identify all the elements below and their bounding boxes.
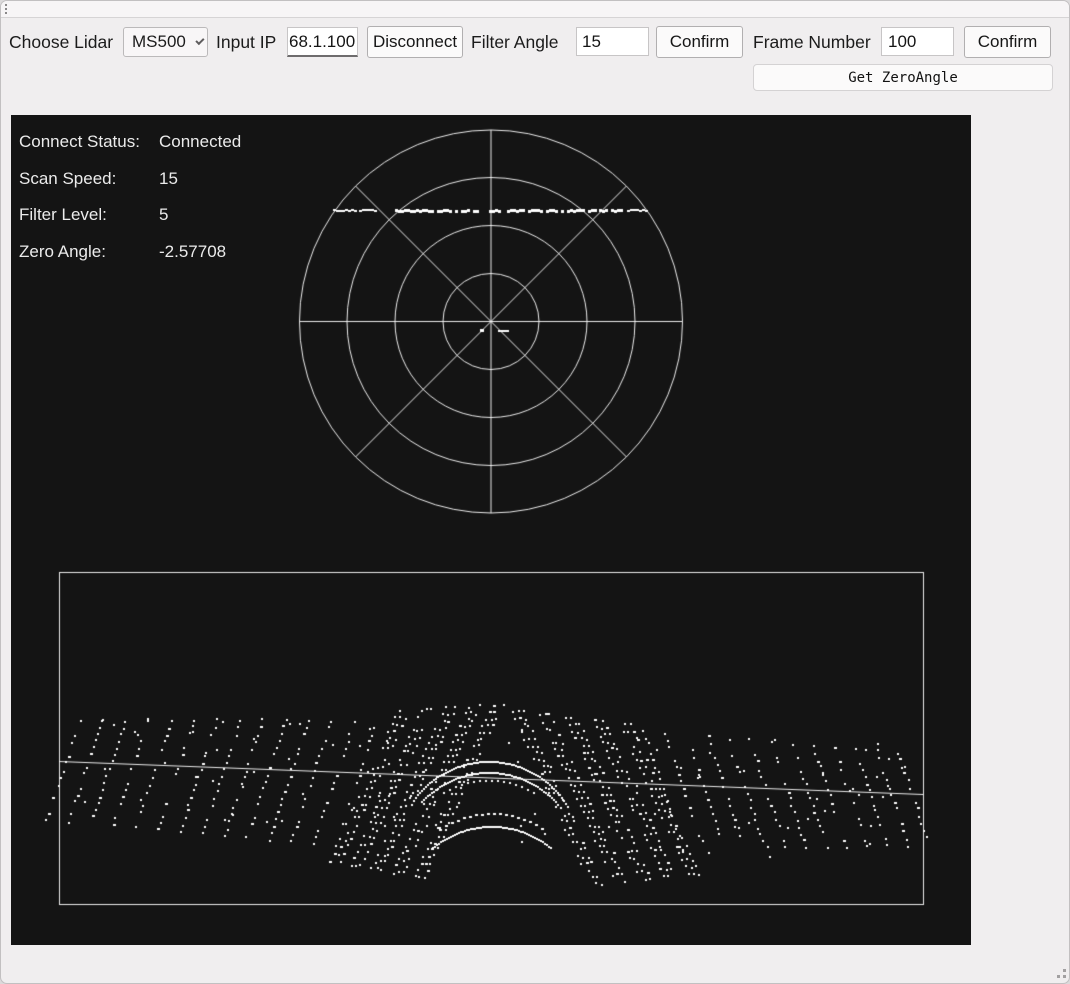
status-zero-angle-value: -2.57708	[159, 242, 227, 261]
status-connect-value: Connected	[159, 132, 242, 151]
ip-input[interactable]	[287, 27, 358, 57]
disconnect-button[interactable]: Disconnect	[367, 26, 463, 58]
status-connect-label: Connect Status:	[19, 132, 140, 151]
chevron-down-icon	[195, 35, 205, 46]
input-ip-label: Input IP	[216, 32, 277, 52]
lidar-select[interactable]: MS500	[123, 27, 208, 57]
filter-angle-label: Filter Angle	[471, 32, 559, 52]
choose-lidar-label: Choose Lidar	[9, 32, 114, 52]
status-filter-level-label: Filter Level:	[19, 205, 107, 224]
status-filter-level: Filter Level: 5	[19, 205, 168, 225]
filter-angle-confirm-button[interactable]: Confirm	[656, 26, 743, 58]
frame-number-confirm-button[interactable]: Confirm	[964, 26, 1051, 58]
status-scan-speed: Scan Speed: 15	[19, 169, 178, 189]
filter-angle-input[interactable]	[576, 27, 649, 56]
status-connect: Connect Status: Connected	[19, 132, 241, 152]
status-scan-speed-value: 15	[159, 169, 178, 188]
status-scan-speed-label: Scan Speed:	[19, 169, 117, 188]
lidar-canvas	[11, 115, 971, 945]
get-zero-angle-button[interactable]: Get ZeroAngle	[753, 64, 1053, 91]
frame-number-label: Frame Number	[753, 32, 871, 52]
lidar-select-value: MS500	[132, 32, 186, 51]
status-zero-angle: Zero Angle: -2.57708	[19, 242, 226, 262]
frame-number-input[interactable]	[881, 27, 954, 56]
app-window: Choose Lidar MS500 Input IP Disconnect F…	[0, 0, 1070, 984]
lidar-panel: Connect Status: Connected Scan Speed: 15…	[11, 115, 971, 945]
status-zero-angle-label: Zero Angle:	[19, 242, 106, 261]
window-top-strip	[1, 1, 1069, 18]
status-filter-level-value: 5	[159, 205, 169, 224]
